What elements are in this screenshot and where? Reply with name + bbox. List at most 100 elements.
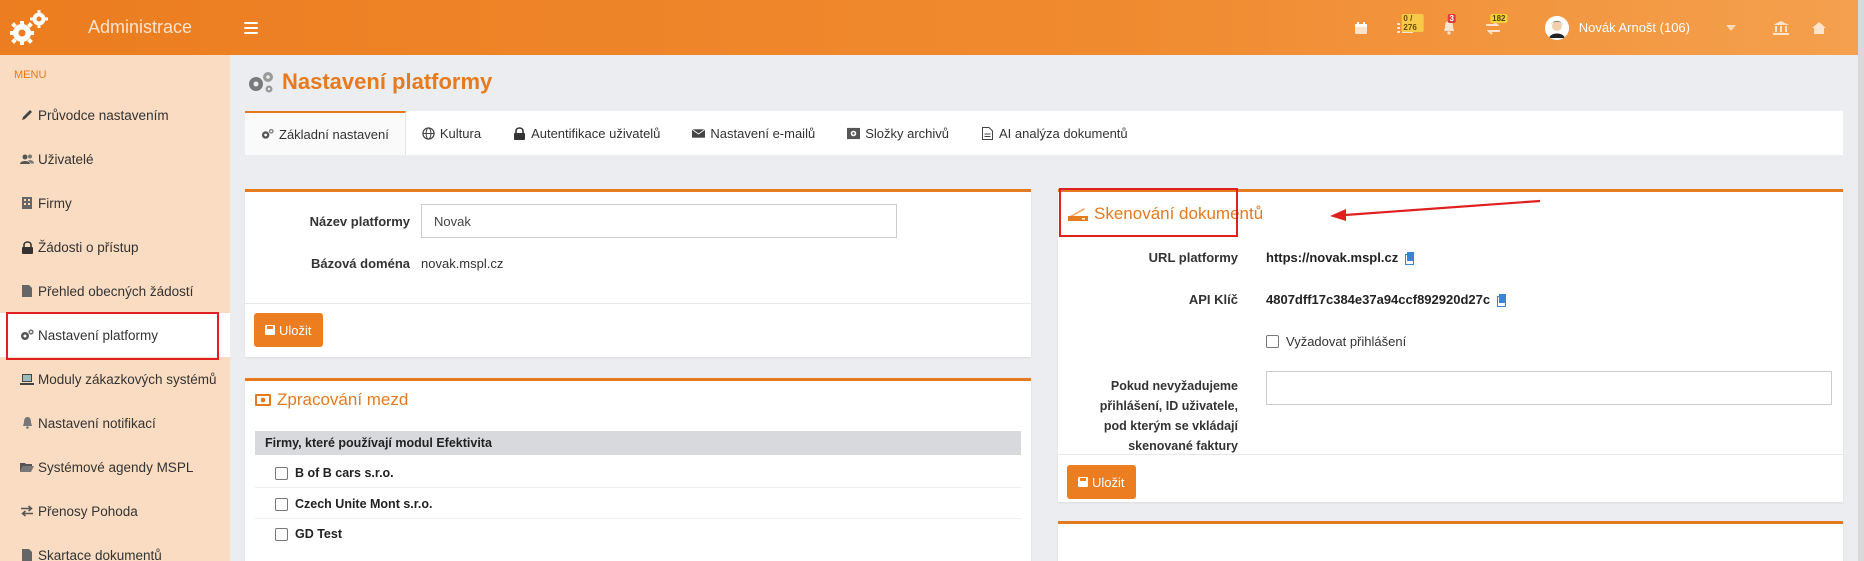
platform-url-label: URL platformy (1148, 249, 1238, 265)
divider (245, 303, 1031, 304)
tab-label: AI analýza dokumentů (999, 125, 1128, 141)
tasks-badge: 0 / 276 (1401, 14, 1424, 32)
firms-table-header: Firmy, které používají modul Efektivita (255, 431, 1021, 455)
globe-icon (422, 126, 435, 140)
firm-checkbox[interactable] (275, 527, 288, 541)
firm-item[interactable]: Czech Unite Mont s.r.o. (275, 497, 433, 511)
avatar (1544, 15, 1569, 40)
home-icon[interactable] (1800, 0, 1838, 55)
require-login-row[interactable]: Vyžadovat přihlášení (1266, 331, 1406, 351)
platform-basics-card: Název platformy Novak Bázová doména nova… (245, 189, 1031, 357)
document-icon (20, 284, 34, 298)
tab-bar: Základní nastavení Kultura Autentifikace… (245, 111, 1843, 155)
firm-name: Czech Unite Mont s.r.o. (295, 497, 433, 511)
tasks-icon[interactable]: 0 / 276 (1383, 0, 1427, 55)
copy-icon[interactable] (1497, 293, 1507, 307)
sidebar-item-pohoda-transfers[interactable]: Přenosy Pohoda (0, 489, 230, 533)
tab-archive-folders[interactable]: Složky archivů (831, 111, 965, 155)
gears-logo-icon (6, 5, 52, 51)
users-icon (20, 152, 34, 166)
firm-item[interactable]: B of B cars s.r.o. (275, 466, 394, 480)
save-button[interactable]: Uložit (1067, 465, 1136, 499)
gears-icon (261, 128, 274, 139)
sidebar-item-system-agendas[interactable]: Systémové agendy MSPL (0, 445, 230, 489)
user-id-input[interactable] (1266, 371, 1832, 405)
api-key-label: API Klíč (1188, 291, 1238, 307)
lock-icon (514, 126, 526, 140)
tab-email-settings[interactable]: Nastavení e-mailů (676, 111, 831, 155)
exchange-icon (20, 504, 34, 518)
base-domain-value: novak.mspl.cz (421, 255, 504, 271)
window-edge (1858, 0, 1864, 561)
envelope-icon (692, 128, 706, 138)
brand[interactable]: Administrace (0, 0, 230, 55)
firm-name: B of B cars s.r.o. (295, 466, 394, 480)
sidebar-item-document-shredding[interactable]: Skartace dokumentů (0, 533, 230, 561)
require-login-checkbox[interactable] (1266, 334, 1279, 348)
sidebar-item-label: Nastavení notifikací (38, 415, 156, 431)
page-title-text: Nastavení platformy (282, 69, 493, 94)
require-login-label: Vyžadovat přihlášení (1286, 333, 1407, 349)
firm-checkbox[interactable] (275, 466, 288, 480)
save-button-label: Uložit (279, 322, 312, 338)
user-menu[interactable]: Novák Arnošt (106) (1544, 15, 1736, 40)
transfers-icon[interactable]: 182 (1471, 0, 1515, 55)
tab-ai-analysis[interactable]: AI analýza dokumentů (965, 111, 1144, 155)
next-card (1058, 521, 1843, 561)
sidebar-item-label: Nastavení platformy (38, 327, 159, 343)
payroll-title: Zpracování mezd (255, 390, 408, 410)
save-button[interactable]: Uložit (254, 313, 323, 347)
chevron-down-icon (1726, 24, 1736, 31)
sidebar-item-label: Žádosti o přístup (38, 239, 139, 255)
menu-caption: MENU (14, 69, 47, 81)
sidebar-item-users[interactable]: Uživatelé (0, 137, 230, 181)
bank-icon[interactable] (1762, 0, 1800, 55)
sidebar-item-label: Systémové agendy MSPL (38, 459, 194, 475)
platform-url-value: https://novak.mspl.cz (1266, 249, 1399, 265)
sidebar-item-notifications[interactable]: Nastavení notifikací (0, 401, 230, 445)
money-icon (255, 394, 271, 406)
gears-icon (249, 72, 273, 93)
tab-label: Kultura (439, 125, 482, 141)
sidebar-item-general-requests[interactable]: Přehled obecných žádostí (0, 269, 230, 313)
api-key-value: 4807dff17c384e37a94ccf892920d27c (1266, 291, 1491, 307)
firm-name: GD Test (295, 527, 342, 541)
sidebar-item-label: Uživatelé (38, 151, 94, 167)
tab-label: Základní nastavení (279, 126, 389, 142)
scanner-icon (1068, 208, 1088, 221)
transfers-badge: 182 (1490, 14, 1508, 23)
gears-icon (20, 328, 34, 342)
folder-open-icon (20, 460, 34, 474)
sidebar-item-platform-settings[interactable]: Nastavení platformy (0, 312, 230, 360)
sidebar-item-setup-guide[interactable]: Průvodce nastavením (0, 93, 230, 137)
base-domain-row: Bázová doména novak.mspl.cz (245, 250, 1031, 276)
platform-name-input[interactable]: Novak (421, 204, 897, 238)
user-id-label: Pokud nevyžadujeme přihlášení, ID uživat… (1099, 379, 1238, 453)
tab-user-auth[interactable]: Autentifikace uživatelů (497, 111, 676, 155)
tab-basic-settings[interactable]: Základní nastavení (245, 111, 406, 155)
app-title: Administrace (88, 17, 193, 37)
pencil-icon (20, 108, 34, 122)
tab-label: Nastavení e-mailů (710, 125, 816, 141)
tab-label: Autentifikace uživatelů (531, 125, 661, 141)
sidebar-item-order-modules[interactable]: Moduly zákazkových systémů (0, 357, 230, 401)
bell-icon[interactable]: 3 (1427, 0, 1471, 55)
menu-toggle-icon[interactable] (244, 21, 258, 34)
calendar-icon[interactable] (1339, 0, 1383, 55)
user-name: Novák Arnošt (106) (1578, 20, 1690, 35)
firm-checkbox[interactable] (275, 497, 288, 511)
divider (255, 487, 1021, 488)
sidebar-item-firms[interactable]: Firmy (0, 181, 230, 225)
save-button-label: Uložit (1092, 474, 1125, 490)
sidebar-item-access-requests[interactable]: Žádosti o přístup (0, 225, 230, 269)
firm-item[interactable]: GD Test (275, 527, 342, 541)
save-icon (1078, 477, 1088, 487)
sidebar-item-label: Průvodce nastavením (38, 107, 169, 123)
top-bar: Administrace 0 / 276 3 182 Novák Arnošt … (0, 0, 1858, 55)
tab-culture[interactable]: Kultura (406, 111, 497, 155)
lock-icon (20, 240, 34, 254)
sidebar-item-label: Moduly zákazkových systémů (38, 371, 217, 387)
copy-icon[interactable] (1405, 251, 1415, 265)
building-icon (20, 196, 34, 210)
sidebar-item-label: Firmy (38, 195, 72, 211)
